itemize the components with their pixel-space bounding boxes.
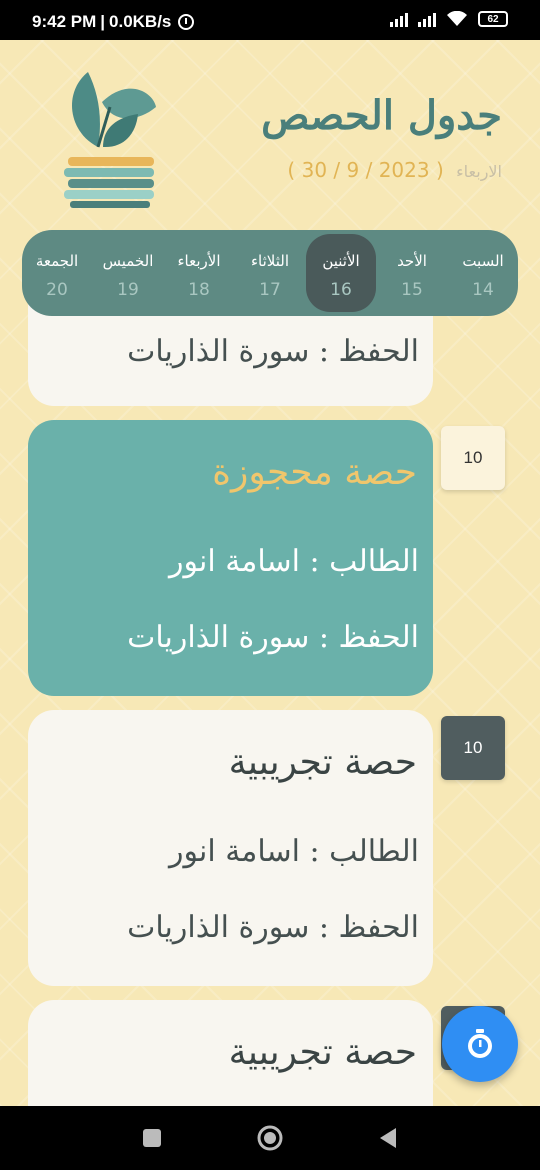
date-value: ( 2023 / 9 / 30 )	[287, 158, 444, 182]
system-nav-bar	[0, 1106, 540, 1170]
page-title: جدول الحصص	[261, 92, 502, 139]
lesson-card-trial[interactable]: حصة تجريبية	[28, 1000, 433, 1106]
lesson-time-badge: 10	[441, 426, 505, 490]
day-tab-wednesday[interactable]: الأربعاء 18	[164, 234, 234, 312]
day-tab-sunday[interactable]: الأحد 15	[377, 234, 447, 312]
day-tab-name: السبت	[462, 252, 504, 270]
day-tab-name: الأحد	[397, 252, 427, 270]
status-bar: 9:42 PM | 0.0KB/s 62	[0, 0, 540, 40]
lesson-memorization: الحفظ : سورة الذاريات	[127, 334, 419, 369]
recents-square-icon[interactable]	[142, 1128, 162, 1148]
stopwatch-button[interactable]	[442, 1006, 518, 1082]
status-right: 62	[390, 11, 508, 27]
lesson-student: الطالب : اسامة انور	[169, 544, 419, 579]
lesson-card-booked[interactable]: حصة محجوزة الطالب : اسامة انور الحفظ : س…	[28, 420, 433, 696]
app-logo	[64, 72, 156, 208]
battery-icon: 62	[478, 11, 508, 27]
status-separator: |	[100, 12, 106, 31]
day-tabs: السبت 14 الأحد 15 الأثنين 16 الثلاثاء 17…	[22, 230, 518, 316]
day-tab-number: 16	[330, 280, 352, 300]
signal-icon	[390, 11, 408, 27]
battery-level: 62	[487, 13, 499, 25]
day-tab-name: الأثنين	[322, 252, 360, 270]
lesson-time-badge: 10	[441, 716, 505, 780]
day-tab-saturday[interactable]: السبت 14	[448, 234, 518, 312]
day-tab-number: 15	[401, 280, 423, 300]
day-tab-tuesday[interactable]: الثلاثاء 17	[235, 234, 305, 312]
day-tab-name: الثلاثاء	[250, 252, 289, 270]
date-weekday: الاربعاء	[456, 162, 502, 181]
day-tab-name: الخميس	[102, 252, 154, 270]
lesson-memorization: الحفظ : سورة الذاريات	[127, 620, 419, 655]
wifi-icon	[447, 11, 467, 26]
status-time: 9:42 PM	[32, 12, 97, 31]
day-tab-number: 14	[472, 280, 494, 300]
day-tab-number: 18	[188, 280, 210, 300]
lesson-memorization: الحفظ : سورة الذاريات	[127, 910, 419, 945]
lesson-title: حصة محجوزة	[212, 452, 417, 493]
stopwatch-icon	[468, 1029, 492, 1058]
day-tab-name: الأربعاء	[177, 252, 221, 270]
day-tab-friday[interactable]: الجمعة 20	[22, 234, 92, 312]
signal-icon-2	[418, 11, 436, 27]
alarm-icon	[178, 14, 195, 30]
day-tab-name: الجمعة	[35, 252, 79, 270]
app-screen: جدول الحصص الاربعاء ( 2023 / 9 / 30 ) ال…	[0, 40, 540, 1106]
day-tab-number: 19	[117, 280, 139, 300]
day-tab-monday[interactable]: الأثنين 16	[306, 234, 376, 312]
status-left: 9:42 PM | 0.0KB/s	[32, 12, 195, 32]
lesson-title: حصة تجريبية	[228, 1032, 417, 1073]
status-network-speed: 0.0KB/s	[109, 12, 172, 31]
back-triangle-icon[interactable]	[378, 1127, 398, 1149]
home-circle-icon[interactable]	[256, 1124, 284, 1152]
day-tab-thursday[interactable]: الخميس 19	[93, 234, 163, 312]
day-tab-number: 17	[259, 280, 281, 300]
day-tab-number: 20	[46, 280, 68, 300]
lesson-title: حصة تجريبية	[228, 742, 417, 783]
lesson-student: الطالب : اسامة انور	[169, 834, 419, 869]
lesson-card-trial[interactable]: حصة تجريبية الطالب : اسامة انور الحفظ : …	[28, 710, 433, 986]
page-date: الاربعاء ( 2023 / 9 / 30 )	[287, 158, 502, 182]
